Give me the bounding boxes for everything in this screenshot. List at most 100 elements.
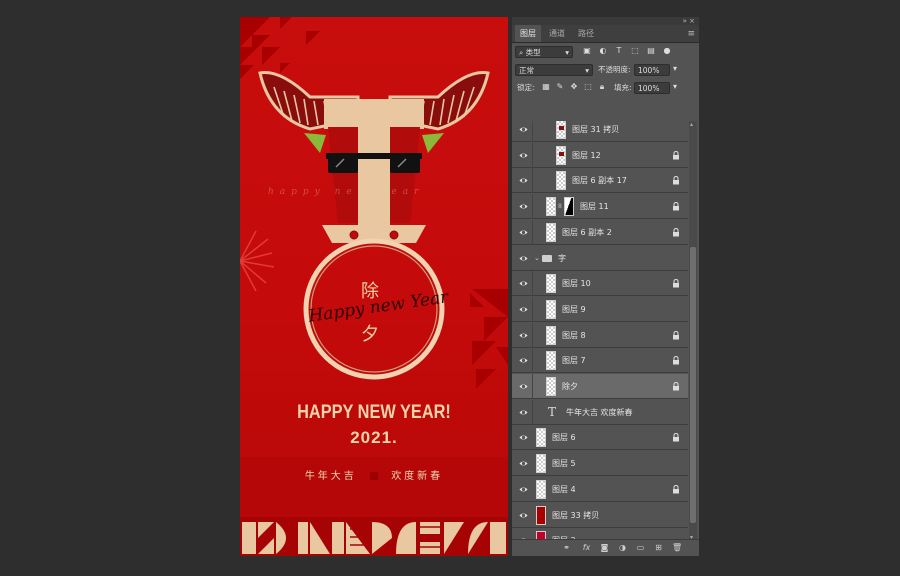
layer-thumbnail <box>536 454 546 473</box>
new-layer-icon[interactable]: ⊞ <box>654 543 663 552</box>
layer-row[interactable]: 除夕 <box>512 374 688 399</box>
chevron-down-icon[interactable]: ▾ <box>671 83 679 91</box>
eye-icon[interactable] <box>519 176 528 185</box>
eye-icon[interactable] <box>519 125 528 134</box>
chevron-down-icon[interactable]: ▾ <box>671 65 679 73</box>
layer-row[interactable]: 图层 8 <box>512 323 688 348</box>
eye-icon[interactable] <box>519 228 528 237</box>
layer-list: 图层 31 拷贝 图层 12 图层 6 副本 17 8 图层 11 图层 6 副本 2 ⌄ 字… <box>512 121 688 541</box>
panel-collapse-close[interactable]: » × <box>683 17 695 25</box>
layer-row[interactable]: 图层 10 <box>512 271 688 296</box>
eye-icon[interactable] <box>519 151 528 160</box>
slogan-divider <box>370 472 378 480</box>
tab-layers[interactable]: 图层 <box>515 25 541 42</box>
fx-icon[interactable]: fx <box>582 543 591 552</box>
layer-name[interactable]: 图层 5 <box>552 451 576 476</box>
layer-row[interactable]: 8 图层 11 <box>512 194 688 219</box>
layer-name[interactable]: 图层 6 副本 2 <box>562 220 612 245</box>
layer-name[interactable]: 图层 12 <box>572 143 601 168</box>
lock-all-icon[interactable]: 🔒︎ <box>598 83 606 91</box>
layer-name[interactable]: 除夕 <box>562 374 578 399</box>
scrollbar-thumb[interactable] <box>690 247 696 523</box>
fill-field[interactable]: 100% <box>634 82 670 94</box>
type-filter-icon[interactable]: T <box>615 47 623 55</box>
adjustment-filter-icon[interactable]: ◐ <box>599 47 607 55</box>
pixel-filter-icon[interactable]: ▣ <box>583 47 591 55</box>
eye-icon[interactable] <box>519 511 528 520</box>
lock-icon <box>673 382 679 391</box>
eye-icon[interactable] <box>519 433 528 442</box>
lock-position-icon[interactable]: ✥ <box>570 83 578 91</box>
panel-menu-icon[interactable]: ≡ <box>687 29 695 39</box>
group-expand-icon[interactable]: ⌄ <box>534 246 540 271</box>
adjustment-icon[interactable]: ◑ <box>618 543 627 552</box>
eye-icon[interactable] <box>519 485 528 494</box>
layer-name[interactable]: 图层 31 拷贝 <box>572 121 619 142</box>
lock-transparent-icon[interactable]: ▦ <box>542 83 550 91</box>
layer-name[interactable]: 图层 9 <box>562 297 586 322</box>
lock-row: 锁定: ▦ ✎ ✥ ⬚ 🔒︎ 填充: 100% ▾ <box>512 79 699 97</box>
year-text: 2021. <box>350 428 398 447</box>
layer-divider <box>532 297 533 322</box>
layer-row[interactable]: 图层 9 <box>512 297 688 322</box>
layer-row[interactable]: 图层 4 <box>512 477 688 502</box>
lock-image-icon[interactable]: ✎ <box>556 83 564 91</box>
layer-name[interactable]: 图层 11 <box>580 194 609 219</box>
eye-icon[interactable] <box>519 408 528 417</box>
layer-divider <box>532 168 533 193</box>
layer-row[interactable]: T 牛年大吉 欢度新春 <box>512 400 688 425</box>
eye-icon[interactable] <box>519 382 528 391</box>
mask-icon[interactable]: ◙ <box>600 543 609 552</box>
layer-row[interactable]: 图层 5 <box>512 451 688 476</box>
lock-label: 锁定: <box>517 83 535 92</box>
eye-icon[interactable] <box>519 254 528 263</box>
filter-toggle-icon[interactable]: ● <box>663 47 671 55</box>
link-icon[interactable]: ⚭ <box>562 543 571 552</box>
smartobject-filter-icon[interactable]: ▤ <box>647 47 655 55</box>
layer-mask-thumbnail[interactable] <box>564 197 574 216</box>
layer-row[interactable]: 图层 6 副本 17 <box>512 168 688 193</box>
tab-channels[interactable]: 通道 <box>544 25 570 42</box>
scroll-up-icon[interactable]: ▴ <box>690 121 693 128</box>
layer-row[interactable]: 图层 33 拷贝 <box>512 503 688 528</box>
filter-row: ⌕ 类型 ▾ ▣ ◐ T ⬚ ▤ ● <box>512 43 699 61</box>
layer-divider <box>532 194 533 219</box>
layer-thumbnail <box>536 480 546 499</box>
layer-name[interactable]: 图层 33 拷贝 <box>552 503 599 528</box>
layer-thumbnail <box>546 377 556 396</box>
layer-name[interactable]: 牛年大吉 欢度新春 <box>566 400 633 425</box>
blend-mode-select[interactable]: 正常 ▾ <box>515 64 593 76</box>
lock-artboard-icon[interactable]: ⬚ <box>584 83 592 91</box>
eye-icon[interactable] <box>519 202 528 211</box>
layer-name[interactable]: 图层 7 <box>562 348 586 373</box>
trash-icon[interactable]: 🗑︎ <box>672 543 682 552</box>
layer-name[interactable]: 图层 10 <box>562 271 591 296</box>
layer-row[interactable]: 图层 31 拷贝 <box>512 121 688 142</box>
eye-icon[interactable] <box>519 331 528 340</box>
layers-panel: » × 图层 通道 路径 ≡ ⌕ 类型 ▾ ▣ ◐ T ⬚ ▤ ● 正常 ▾ 不… <box>512 17 699 556</box>
layer-row[interactable]: 图层 6 副本 2 <box>512 220 688 245</box>
layer-row[interactable]: 图层 12 <box>512 143 688 168</box>
layer-name[interactable]: 图层 6 <box>552 425 576 450</box>
layer-thumbnail <box>536 428 546 447</box>
layer-name[interactable]: 图层 6 副本 17 <box>572 168 627 193</box>
layer-name[interactable]: 字 <box>558 246 566 271</box>
tab-paths[interactable]: 路径 <box>573 25 599 42</box>
layer-name[interactable]: 图层 4 <box>552 477 576 502</box>
mask-link-icon[interactable]: 8 <box>558 203 562 210</box>
eye-icon[interactable] <box>519 305 528 314</box>
lock-icon <box>673 331 679 340</box>
layer-thumbnail <box>546 197 556 216</box>
shape-filter-icon[interactable]: ⬚ <box>631 47 639 55</box>
eye-icon[interactable] <box>519 356 528 365</box>
layer-row[interactable]: ⌄ 字 <box>512 246 688 271</box>
layer-row[interactable]: 图层 6 <box>512 425 688 450</box>
group-icon[interactable]: ▭ <box>636 543 645 552</box>
layer-list-scrollbar[interactable]: ▴ ▾ <box>689 121 697 541</box>
filter-kind-select[interactable]: ⌕ 类型 ▾ <box>515 46 573 58</box>
eye-icon[interactable] <box>519 459 528 468</box>
layer-row[interactable]: 图层 7 <box>512 348 688 373</box>
layer-name[interactable]: 图层 8 <box>562 323 586 348</box>
opacity-field[interactable]: 100% <box>634 64 670 76</box>
eye-icon[interactable] <box>519 279 528 288</box>
